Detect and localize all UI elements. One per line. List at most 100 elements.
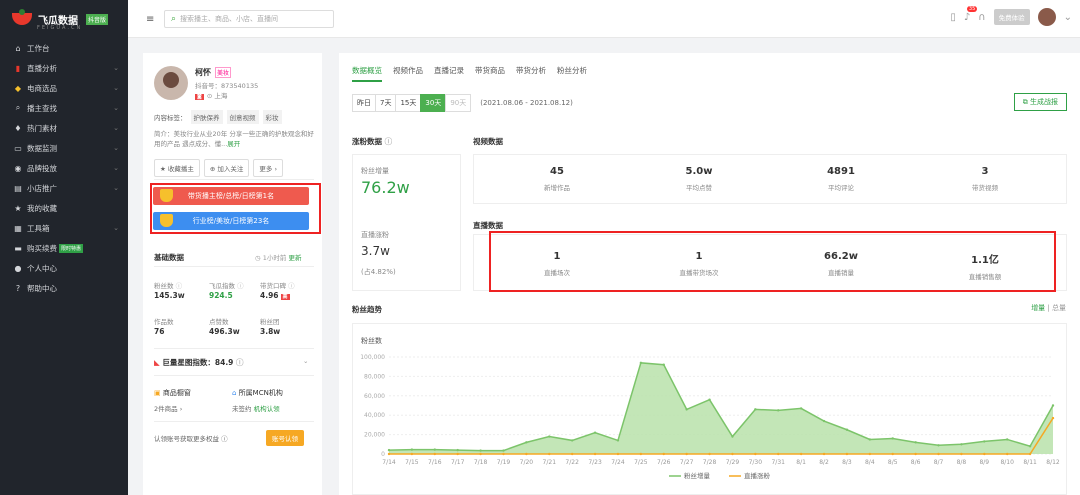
- x-tick-label: 7/18: [474, 459, 488, 466]
- content-tag[interactable]: 彩妆: [262, 110, 282, 124]
- logo[interactable]: 飞瓜数据 抖音版 FEIGUA.CN: [0, 0, 128, 38]
- range-option[interactable]: 30天: [420, 94, 447, 112]
- more-label: 更多: [259, 165, 273, 173]
- sidebar-item[interactable]: ▮ 直播分析 ⌄: [0, 58, 128, 78]
- x-tick-label: 7/20: [520, 459, 534, 466]
- profile-category-tag: 美妆: [215, 67, 232, 78]
- search-input[interactable]: ⌕ 搜索播主、商品、小店、直播间: [164, 10, 334, 28]
- data-point: [548, 452, 551, 456]
- data-point: [502, 449, 505, 452]
- data-point: [1006, 452, 1009, 456]
- range-option[interactable]: 7天: [375, 94, 397, 112]
- topbar: ≡ ⌕ 搜索播主、商品、小店、直播间 ▯ ♪ 35 ∩ 免费体验 ⌄: [128, 0, 1080, 38]
- tab[interactable]: 带货分析: [516, 65, 546, 82]
- divider: [154, 179, 314, 180]
- sidebar-item[interactable]: ● 个人中心: [0, 258, 128, 278]
- data-point: [983, 440, 986, 443]
- mcn-claim-link[interactable]: 机构认领: [254, 405, 280, 413]
- follow-button[interactable]: ⊕ 加入关注: [203, 159, 250, 177]
- date-range: 昨日 7天 15天 30天 90天 (2021.08.06 - 2021.08.12): [352, 94, 576, 112]
- mobile-icon[interactable]: ▯: [950, 12, 956, 23]
- user-avatar[interactable]: [1037, 8, 1056, 26]
- mcn-value: 未签约 机构认领: [232, 403, 280, 413]
- generate-report-button[interactable]: ⧉ 生成战报: [1013, 93, 1067, 111]
- live-fans-pct: (占4.82%): [361, 268, 396, 276]
- data-point: [685, 452, 688, 456]
- xingtu-label: 巨量星图指数：84.9: [162, 358, 234, 367]
- profile-intro: 简介：美妆行业从业20年 分享一些正确的护肤观念和好用的产品 遇点成分、懂...…: [154, 129, 314, 149]
- update-link[interactable]: 更新: [288, 254, 301, 262]
- x-tick-label: 7/31: [771, 459, 785, 466]
- tab[interactable]: 视频作品: [393, 65, 423, 82]
- intro-expand-link[interactable]: 展开: [227, 140, 240, 148]
- x-tick-label: 7/26: [657, 459, 671, 466]
- sidebar-item[interactable]: ▦ 工具箱 ⌄: [0, 218, 128, 238]
- tab[interactable]: 数据概览: [352, 65, 382, 82]
- chevron-down-icon: ⌄: [113, 124, 119, 132]
- x-tick-label: 7/24: [611, 459, 625, 466]
- stat-value: 76: [154, 327, 164, 336]
- stat-label-text: 点赞数: [209, 318, 229, 326]
- bell-icon[interactable]: ♪ 35: [964, 5, 978, 23]
- range-option[interactable]: 90天: [445, 94, 472, 112]
- tab[interactable]: 粉丝分析: [557, 65, 587, 82]
- data-point: [1051, 404, 1055, 407]
- brand-icon: ◉: [14, 163, 22, 173]
- menu-icon[interactable]: ≡: [146, 14, 154, 25]
- metric-label: 平均点赞: [686, 184, 712, 192]
- range-option[interactable]: 15天: [395, 94, 422, 112]
- sidebar-item[interactable]: ◆ 电商选品 ⌄: [0, 78, 128, 98]
- sidebar-item[interactable]: ▤ 小店推广 ⌄: [0, 178, 128, 198]
- stat-value-text: 924.5: [209, 291, 233, 300]
- sidebar-item[interactable]: ▬ 购买续费 限时特惠: [0, 238, 128, 258]
- more-button[interactable]: 更多 ›: [253, 159, 284, 177]
- sidebar-item[interactable]: ⌂ 工作台: [0, 38, 128, 58]
- metric-label: 带货视频: [972, 184, 998, 192]
- data-point: [708, 398, 711, 401]
- chevron-down-icon[interactable]: ⌄: [1064, 12, 1072, 23]
- xingtu-index[interactable]: ◣ 巨量星图指数：84.9 ⓘ: [154, 357, 244, 368]
- sidebar-item[interactable]: ◉ 品牌投放 ⌄: [0, 158, 128, 178]
- range-option[interactable]: 昨日: [352, 94, 376, 112]
- x-tick-label: 8/6: [911, 459, 921, 466]
- notification-badge: 35: [966, 5, 978, 12]
- chevron-down-icon[interactable]: ⌄: [303, 357, 308, 365]
- data-point: [479, 452, 482, 456]
- stat-label: 带货口碑 ⓘ: [260, 280, 295, 290]
- data-point: [731, 452, 734, 456]
- sidebar-item[interactable]: ♦ 热门素材 ⌄: [0, 118, 128, 138]
- headset-icon[interactable]: ∩: [978, 12, 985, 23]
- content-tag[interactable]: 护肤保养: [190, 110, 223, 124]
- data-point: [799, 452, 803, 456]
- data-point: [891, 437, 894, 440]
- data-point: [616, 452, 620, 456]
- x-tick-label: 8/4: [865, 459, 875, 466]
- switch-total[interactable]: 总量: [1052, 304, 1066, 312]
- tab[interactable]: 直播记录: [434, 65, 464, 82]
- data-point: [593, 431, 597, 434]
- sidebar-item-label: 热门素材: [27, 123, 57, 133]
- user-icon: ●: [14, 263, 22, 273]
- data-point: [868, 438, 872, 441]
- tab[interactable]: 带货商品: [475, 65, 505, 82]
- sidebar-item[interactable]: ▭ 数据监测 ⌄: [0, 138, 128, 158]
- y-tick-label: 20,000: [364, 432, 385, 439]
- favorite-button[interactable]: ★ 收藏播主: [154, 159, 200, 177]
- divider: [154, 266, 314, 267]
- sidebar-item[interactable]: ⌕ 播主查找 ⌄: [0, 98, 128, 118]
- x-tick-label: 8/5: [888, 459, 898, 466]
- login-button[interactable]: 免费体验: [993, 9, 1030, 25]
- x-tick-label: 7/14: [382, 459, 396, 466]
- showcase-value[interactable]: 2件商品 ›: [154, 403, 182, 413]
- sidebar-item[interactable]: ★ 我的收藏: [0, 198, 128, 218]
- y-tick-label: 60,000: [364, 393, 385, 400]
- content-tag[interactable]: 创意视频: [226, 110, 259, 124]
- switch-increment[interactable]: 增量: [1031, 304, 1045, 312]
- data-point: [525, 452, 528, 456]
- sidebar-item[interactable]: ? 帮助中心: [0, 278, 128, 298]
- data-point: [777, 409, 780, 412]
- claim-account-button[interactable]: 账号认领: [266, 430, 304, 446]
- mcn-icon: ⌂: [232, 389, 239, 397]
- data-point: [616, 439, 620, 442]
- divider: [154, 348, 314, 349]
